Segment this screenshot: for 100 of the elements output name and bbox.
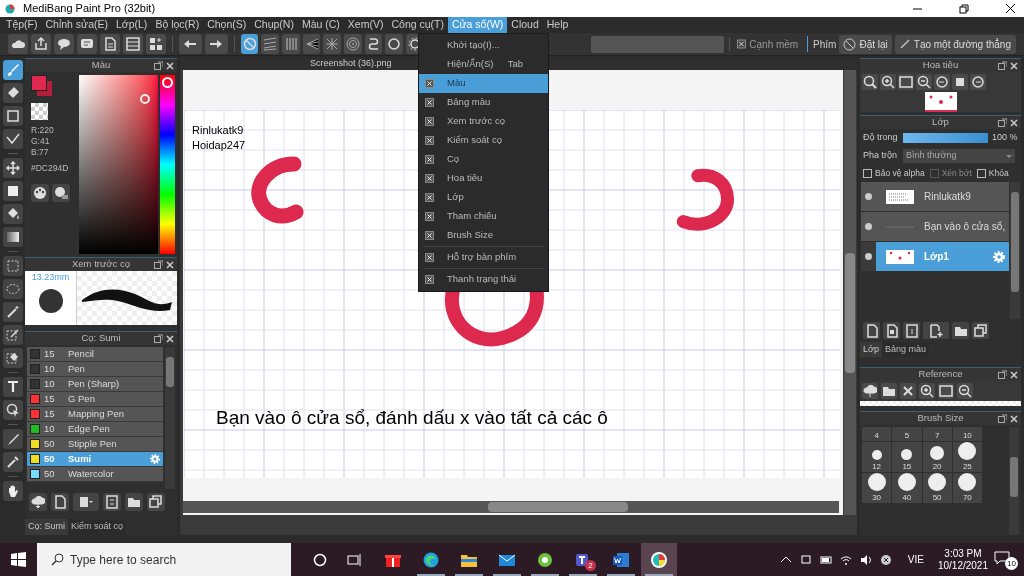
menu-item[interactable]: Hỗ trợ bàn phím [419,248,548,267]
brush-list-item[interactable]: 10 Edge Pen [27,422,163,437]
panel-title: Lớp [932,115,949,130]
menu-item[interactable]: Bộ lọc(R) [151,17,204,33]
brush-size-option[interactable]: 4 [862,427,892,441]
menu-item[interactable]: Khởi tạo(I)... [419,36,548,55]
brush-size-text: 13.23mm [31,271,70,284]
checkbox-label: Cạnh mềm [749,37,799,52]
brush-size: 10 [44,421,56,436]
panel-tab[interactable]: Kiểm soát cọ [68,519,127,535]
straight-line-button[interactable]: Tạo một đường thẳng [894,34,1016,54]
menu-item[interactable]: Tham chiếu [419,207,548,226]
menu-item[interactable]: Chụp(N) [250,17,298,33]
menu-item[interactable]: Hoa tiêu [419,169,548,188]
menu-item[interactable]: Brush Size [419,226,548,245]
menu-item[interactable]: Màu (C) [297,17,344,33]
brush-list-item[interactable]: 50 Stipple Pen [27,437,163,452]
rgb-value: R:220 [31,125,55,135]
shortcut-text: Tab [507,57,523,72]
language-indicator[interactable]: VIE [907,552,924,567]
brush-name: G Pen [68,391,96,406]
menu-item[interactable]: Bảng màu [419,93,548,112]
rgb-value: B:77 [31,147,50,157]
menu-item[interactable]: Xem(V) [343,17,388,33]
canvas-text: Hoidap247 [192,138,246,153]
brush-size-option[interactable]: 50 [922,473,952,503]
menu-item[interactable]: Cloud [507,17,543,33]
opacity-value: 100 % [992,131,1018,145]
menu-item[interactable]: Chỉnh sửa(E) [41,17,112,33]
brush-name: Sumi [68,451,93,466]
reset-button[interactable]: Đặt lại [839,34,892,54]
panel-title: Brush Size [917,411,964,426]
menu-item[interactable]: Thanh trạng thái [419,270,548,289]
panel-title: Xem trước cọ [72,257,130,272]
brush-size: 10 [44,361,56,376]
panel-tab[interactable]: Bảng màu [881,342,929,357]
clock[interactable]: 3:03 PM 10/12/2021 [937,547,988,572]
brush-size: 15 [44,347,56,361]
notification-badge: 2 [585,560,596,571]
brush-size-option[interactable]: 12 [862,442,892,472]
layer-name: Rinlukatk9 [924,190,972,204]
brush-size-option[interactable]: 30 [862,473,892,503]
brush-size-option[interactable]: 70 [952,473,982,503]
brush-size-option[interactable]: 5 [892,427,922,441]
menu-item[interactable]: Help [542,17,573,33]
panel-tab[interactable]: Cọ: Sumi [25,519,68,535]
brush-name: Stipple Pen [68,436,118,451]
brush-size-option[interactable]: 20 [922,442,952,472]
notification-count: 10 [1005,556,1018,570]
brush-size-option[interactable]: 25 [952,442,982,472]
hex-value: #DC294D [31,162,70,175]
brush-name: Pen [68,361,86,376]
window-title: MediBang Paint Pro (32bit) [23,1,156,17]
brush-list-item[interactable]: 15 Pencil [27,347,163,362]
menu-item[interactable]: Chọn(S) [203,17,251,33]
menu-item[interactable]: Xem trước cọ [419,112,548,131]
menu-item[interactable]: Màu [419,74,548,93]
brush-size-option[interactable]: 40 [892,473,922,503]
brush-size: 50 [44,466,56,481]
document-tab[interactable]: Screenshot (36).png [310,57,392,71]
brush-size-option[interactable]: 7 [922,427,952,441]
brush-size: 50 [44,436,56,451]
brush-name: Mapping Pen [68,406,125,421]
brush-name: Watercolor [68,466,115,481]
menu-item[interactable]: Tệp(F) [2,17,42,33]
menu-item[interactable]: Công cụ(T) [387,17,448,33]
keys-label: Phím [813,37,837,52]
menu-item[interactable]: Lớp(L) [111,17,152,33]
notifications-button[interactable]: 10 [994,549,1018,570]
search-field[interactable]: Type here to search [37,543,291,576]
panel-title: Cọ: Sumi [81,331,121,346]
menu-item[interactable]: Cọ [419,150,548,169]
blend-mode-dropdown[interactable]: Bình thường [903,149,1015,163]
taskbar-app-button[interactable]: 2 [565,543,601,576]
layer-name: Bạn vào ô cửa sổ, [924,220,1007,234]
checkbox-label: Bảo vệ alpha [875,167,925,180]
rgb-value: G:41 [31,136,51,146]
opacity-label: Độ trong [863,131,899,145]
canvas-caption: Bạn vào ô cửa sổ, đánh dấu x vào tất cả các ô [216,406,608,430]
menu-item[interactable]: Lớp [419,188,548,207]
layer-name: Lớp1 [924,250,950,264]
brush-name: Edge Pen [68,421,111,436]
menu-item[interactable]: Hiện/Ẩn(S) Tab [419,55,548,74]
panel-title: Hoa tiêu [922,58,959,73]
panel-title: Màu [91,58,111,73]
brush-list-item[interactable]: 15 Mapping Pen [27,407,163,422]
brush-name: Pen (Sharp) [68,376,121,391]
brush-size-option[interactable]: 15 [892,442,922,472]
brush-size: 15 [44,406,56,421]
brush-list-item[interactable]: 10 Pen (Sharp) [27,377,163,392]
panel-tab[interactable]: Lớp [860,342,882,357]
brush-list-item[interactable]: 10 Pen [27,362,163,377]
brush-size: 50 [44,451,56,466]
brush-size: 15 [44,391,56,406]
menu-item[interactable]: Kiểm soát cọ [419,131,548,150]
panel-title: Reference [918,367,963,382]
brush-name: Pencil [68,347,95,361]
brush-size-option[interactable]: 10 [952,427,982,441]
brush-list-item[interactable]: 50 Watercolor [27,467,163,482]
brush-list-item[interactable]: 15 G Pen [27,392,163,407]
